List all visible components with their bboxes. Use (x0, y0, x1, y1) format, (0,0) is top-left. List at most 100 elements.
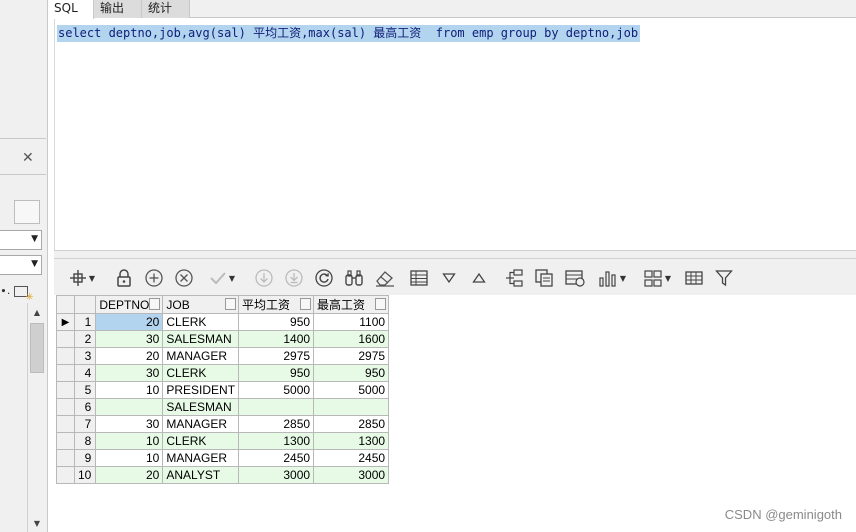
cell-job[interactable]: CLERK (162, 364, 240, 382)
column-menu-icon[interactable] (300, 298, 312, 310)
cell-deptno[interactable] (95, 398, 164, 416)
tab-statistics[interactable]: 统计 (142, 0, 190, 18)
cell-job[interactable]: CLERK (162, 432, 240, 450)
cell-avg-salary[interactable]: 2850 (238, 415, 315, 433)
cell-deptno[interactable]: 20 (95, 466, 164, 484)
table-row[interactable]: 5 10 PRESIDENT 5000 5000 (56, 381, 390, 399)
cell-deptno[interactable]: 30 (95, 330, 164, 348)
table-row[interactable]: ▶ 1 20 CLERK 950 1100 (56, 313, 390, 331)
chevron-down-icon[interactable]: ▼ (89, 274, 95, 283)
row-number[interactable]: 9 (73, 449, 97, 467)
cell-job[interactable]: ANALYST (162, 466, 240, 484)
editor-grid-splitter[interactable] (54, 250, 856, 259)
column-menu-icon[interactable] (225, 298, 237, 310)
delete-record-icon[interactable] (174, 268, 194, 288)
cell-job[interactable]: MANAGER (162, 415, 240, 433)
row-number[interactable]: 3 (73, 347, 97, 365)
table-row[interactable]: 9 10 MANAGER 2450 2450 (56, 449, 390, 467)
cell-max-salary[interactable]: 5000 (313, 381, 390, 399)
row-number[interactable]: 2 (73, 330, 97, 348)
vertical-scrollbar[interactable]: ▲ ▼ (27, 303, 46, 532)
cell-job[interactable]: SALESMAN (162, 330, 240, 348)
table-row[interactable]: 8 10 CLERK 1300 1300 (56, 432, 390, 450)
new-window-icon[interactable]: ✳ (14, 285, 34, 303)
refresh-icon[interactable] (314, 268, 334, 288)
tab-sql[interactable]: SQL (48, 0, 94, 19)
cell-avg-salary[interactable]: 1400 (238, 330, 315, 348)
sql-editor[interactable]: select deptno,job,avg(sal) 平均工资,max(sal)… (54, 19, 856, 250)
chevron-down-icon[interactable]: ▼ (665, 274, 671, 283)
table-row[interactable]: 10 20 ANALYST 3000 3000 (56, 466, 390, 484)
add-record-icon[interactable] (144, 268, 164, 288)
cell-max-salary[interactable]: 1100 (313, 313, 390, 331)
table-row[interactable]: 3 20 MANAGER 2975 2975 (56, 347, 390, 365)
cell-max-salary[interactable]: 1600 (313, 330, 390, 348)
cell-deptno[interactable]: 20 (95, 313, 164, 331)
row-number[interactable]: 7 (73, 415, 97, 433)
single-record-view-icon[interactable] (409, 268, 429, 288)
table-row[interactable]: 2 30 SALESMAN 1400 1600 (56, 330, 390, 348)
cell-avg-salary[interactable]: 2975 (238, 347, 315, 365)
chevron-down-icon[interactable]: ▼ (31, 234, 38, 244)
cell-max-salary[interactable]: 2450 (313, 449, 390, 467)
cell-max-salary[interactable]: 950 (313, 364, 390, 382)
scroll-down-icon[interactable]: ▼ (28, 516, 46, 532)
row-number[interactable]: 10 (73, 466, 97, 484)
cell-job[interactable]: CLERK (162, 313, 240, 331)
cell-max-salary[interactable]: 2975 (313, 347, 390, 365)
layout-icon[interactable]: ▼ (638, 268, 676, 288)
cell-avg-salary[interactable]: 1300 (238, 432, 315, 450)
column-menu-icon[interactable] (149, 298, 161, 310)
table-row[interactable]: 7 30 MANAGER 2850 2850 (56, 415, 390, 433)
cell-deptno[interactable]: 10 (95, 432, 164, 450)
cell-deptno[interactable]: 10 (95, 449, 164, 467)
print-icon[interactable] (564, 268, 586, 288)
clear-filter-icon[interactable] (374, 268, 396, 288)
cell-avg-salary[interactable]: 950 (238, 313, 315, 331)
copy-icon[interactable] (534, 268, 554, 288)
sql-query-text[interactable]: select deptno,job,avg(sal) 平均工资,max(sal)… (57, 25, 641, 42)
cell-job[interactable]: PRESIDENT (162, 381, 240, 399)
chevron-down-icon[interactable]: ▼ (620, 274, 626, 283)
row-number[interactable]: 1 (73, 313, 97, 331)
column-header-deptno[interactable]: DEPTNO (95, 295, 164, 314)
row-number[interactable]: 8 (73, 432, 97, 450)
cell-avg-salary[interactable]: 5000 (238, 381, 315, 399)
cell-job[interactable]: MANAGER (162, 347, 240, 365)
cell-max-salary[interactable]: 2850 (313, 415, 390, 433)
chart-icon[interactable]: ▼ (594, 268, 630, 288)
scroll-up-icon[interactable]: ▲ (28, 305, 46, 321)
column-header-avg-salary[interactable]: 平均工资 (238, 295, 315, 314)
cell-avg-salary[interactable] (238, 398, 315, 416)
cell-deptno[interactable]: 30 (95, 364, 164, 382)
table-row[interactable]: 6 SALESMAN (56, 398, 390, 416)
cell-job[interactable]: SALESMAN (162, 398, 240, 416)
column-header-max-salary[interactable]: 最高工资 (313, 295, 390, 314)
owner-combo[interactable]: ▼ (0, 230, 42, 250)
fetch-next-icon[interactable] (254, 268, 274, 288)
column-header-job[interactable]: JOB (162, 295, 240, 314)
table-row[interactable]: 4 30 CLERK 950 950 (56, 364, 390, 382)
grid-view-icon[interactable] (684, 268, 704, 288)
row-number[interactable]: 5 (73, 381, 97, 399)
cell-max-salary[interactable] (313, 398, 390, 416)
object-type-button[interactable] (14, 200, 40, 224)
cell-deptno[interactable]: 10 (95, 381, 164, 399)
cell-deptno[interactable]: 20 (95, 347, 164, 365)
post-edit-icon[interactable]: ▼ (204, 268, 240, 288)
sort-descending-icon[interactable] (440, 268, 458, 288)
wand-icon[interactable]: ▼ (64, 268, 100, 288)
scrollbar-thumb[interactable] (30, 323, 44, 373)
sort-ascending-icon[interactable] (470, 268, 488, 288)
cell-max-salary[interactable]: 3000 (313, 466, 390, 484)
fetch-last-icon[interactable] (284, 268, 304, 288)
cell-job[interactable]: MANAGER (162, 449, 240, 467)
filter-icon[interactable] (714, 268, 734, 288)
cell-avg-salary[interactable]: 2450 (238, 449, 315, 467)
row-number[interactable]: 4 (73, 364, 97, 382)
column-menu-icon[interactable] (375, 298, 387, 310)
export-icon[interactable] (504, 268, 524, 288)
query-by-example-icon[interactable] (344, 268, 364, 288)
row-number[interactable]: 6 (73, 398, 97, 416)
cell-max-salary[interactable]: 1300 (313, 432, 390, 450)
